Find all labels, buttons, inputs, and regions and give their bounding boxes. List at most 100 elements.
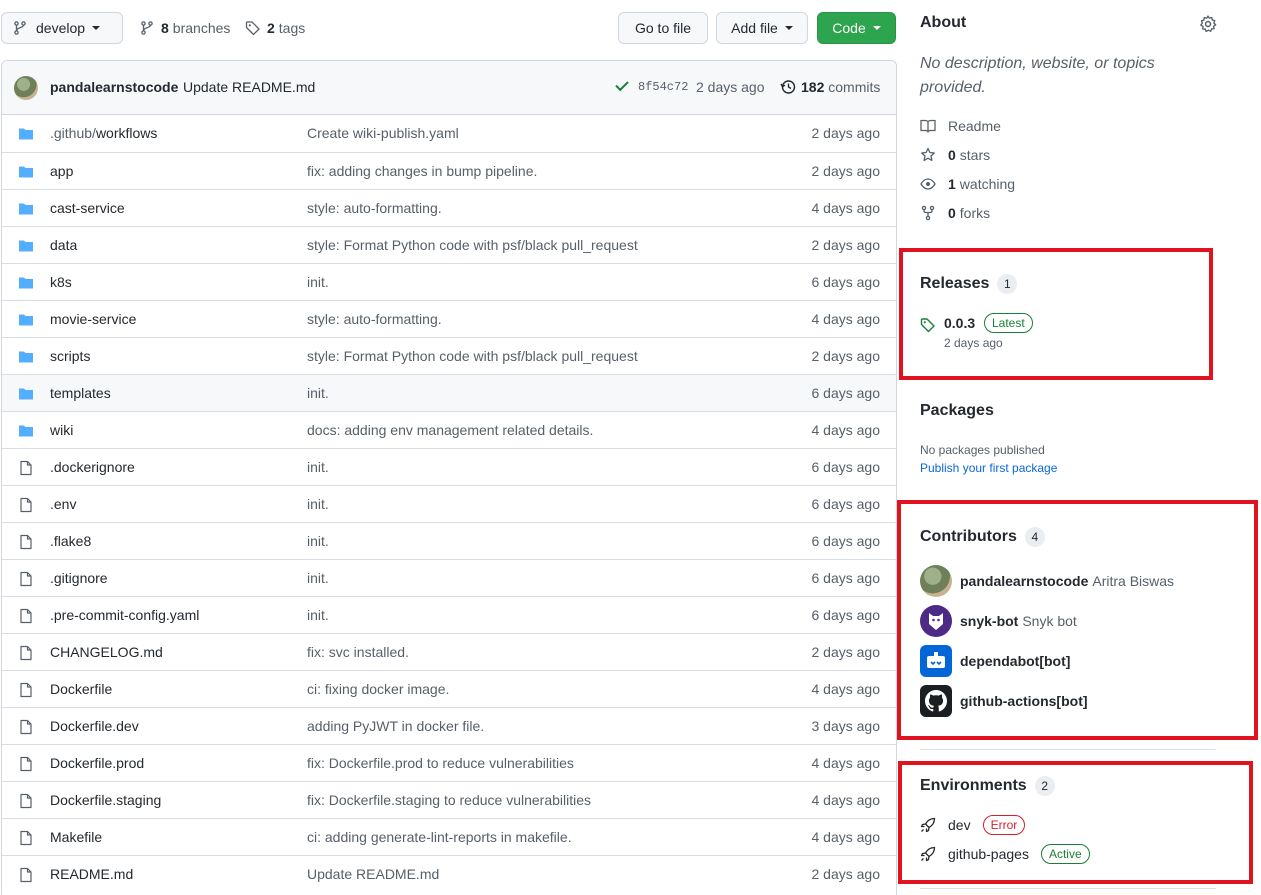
file-name-link[interactable]: scripts (50, 348, 90, 364)
folder-icon (19, 351, 33, 363)
file-name: k8s (50, 274, 72, 290)
about-heading: About (920, 14, 967, 31)
watching-label: watching (959, 176, 1016, 192)
table-row[interactable]: movie-service style: auto-formatting. 4 da… (2, 300, 896, 337)
table-row[interactable]: app fix: adding changes in bump pipeline.… (2, 152, 896, 189)
commit-message-link[interactable]: ci: adding generate-lint-reports in make… (307, 829, 572, 845)
table-row[interactable]: .github/workflows Create wiki-publish.yam… (2, 115, 896, 152)
branches-count: 8 (161, 20, 169, 36)
file-name-link[interactable]: Dockerfile.dev (50, 718, 139, 734)
code-label: Code (832, 20, 866, 36)
commit-message-link[interactable]: Update README.md (183, 79, 315, 95)
file-name-link[interactable]: data (50, 237, 77, 253)
file-name-link[interactable]: Dockerfile (50, 681, 112, 697)
file-list: .github/workflows Create wiki-publish.yam… (2, 115, 896, 892)
commit-message-link[interactable]: init. (307, 459, 329, 475)
commits-link[interactable]: 182 commits (801, 79, 880, 95)
commit-age: 2 days ago (811, 866, 881, 882)
commit-message-link[interactable]: style: auto-formatting. (307, 200, 442, 216)
table-row[interactable]: templates init. 6 days ago (2, 374, 896, 411)
table-row[interactable]: data style: Format Python code with psf/b… (2, 226, 896, 263)
commit-message-link[interactable]: fix: Dockerfile.staging to reduce vulner… (307, 792, 591, 808)
packages-heading[interactable]: Packages (920, 402, 994, 420)
file-name-link[interactable]: wiki (50, 422, 73, 438)
commit-age: 4 days ago (811, 200, 881, 216)
folder-icon (19, 314, 33, 326)
file-name-link[interactable]: cast-service (50, 200, 125, 216)
file-name: .pre-commit-config.yaml (50, 607, 200, 623)
file-name-link[interactable]: k8s (50, 274, 72, 290)
table-row[interactable]: wiki docs: adding env management related … (2, 411, 896, 448)
watching-link[interactable]: 1 watching (920, 174, 1015, 194)
file-name-link[interactable]: .gitignore (50, 570, 108, 586)
commit-message-link[interactable]: fix: adding changes in bump pipeline. (307, 163, 537, 179)
stars-link[interactable]: 0 stars (920, 145, 990, 165)
commit-message-link[interactable]: fix: svc installed. (307, 644, 409, 660)
forks-link[interactable]: 0 forks (920, 203, 990, 223)
file-name-link[interactable]: movie-service (50, 311, 136, 327)
table-row[interactable]: README.md Update README.md 2 days ago (2, 855, 896, 892)
commit-message-link[interactable]: init. (307, 533, 329, 549)
commit-message-link[interactable]: fix: Dockerfile.prod to reduce vulnerabi… (307, 755, 574, 771)
commit-message-link[interactable]: Update README.md (307, 866, 439, 882)
table-row[interactable]: .env init. 6 days ago (2, 485, 896, 522)
avatar[interactable] (14, 76, 38, 100)
stars-label: stars (959, 147, 991, 163)
file-name-link[interactable]: app (50, 163, 73, 179)
table-row[interactable]: Dockerfile.staging fix: Dockerfile.stagin… (2, 781, 896, 818)
table-row[interactable]: Dockerfile ci: fixing docker image. 4 days… (2, 670, 896, 707)
commit-message-link[interactable]: adding PyJWT in docker file. (307, 718, 484, 734)
commit-message-link[interactable]: init. (307, 274, 329, 290)
file-name-link[interactable]: .pre-commit-config.yaml (50, 607, 199, 623)
commit-message-link[interactable]: init. (307, 570, 329, 586)
file-name-link[interactable]: README.md (50, 866, 133, 882)
file-name-link[interactable]: .dockerignore (50, 459, 135, 475)
commit-message-link[interactable]: init. (307, 607, 329, 623)
commit-message-link[interactable]: style: auto-formatting. (307, 311, 442, 327)
gear-icon[interactable] (1199, 15, 1217, 33)
commit-message-link[interactable]: Create wiki-publish.yaml (307, 125, 459, 141)
table-row[interactable]: CHANGELOG.md fix: svc installed. 2 days ag… (2, 633, 896, 670)
file-name-link[interactable]: Dockerfile.staging (50, 792, 161, 808)
table-row[interactable]: Dockerfile.dev adding PyJWT in docker fil… (2, 707, 896, 744)
file-name-link[interactable]: .flake8 (50, 533, 91, 549)
commit-message-link[interactable]: init. (307, 496, 329, 512)
file-name-link[interactable]: Makefile (50, 829, 102, 845)
check-icon[interactable] (615, 77, 629, 92)
file-icon (20, 867, 32, 883)
table-row[interactable]: Dockerfile.prod fix: Dockerfile.prod to r… (2, 744, 896, 781)
table-row[interactable]: .dockerignore init. 6 days ago (2, 448, 896, 485)
repo-toolbar: develop 8 branches 2 tags Go to file Add… (1, 12, 897, 44)
table-row[interactable]: Makefile ci: adding generate-lint-reports… (2, 818, 896, 855)
commit-author-link[interactable]: pandalearnstocode (50, 79, 178, 95)
file-name: .gitignore (50, 570, 108, 586)
readme-link[interactable]: Readme (920, 116, 1001, 136)
table-row[interactable]: .gitignore init. 6 days ago (2, 559, 896, 596)
table-row[interactable]: scripts style: Format Python code with ps… (2, 337, 896, 374)
code-button[interactable]: Code (817, 12, 896, 44)
commit-message-link[interactable]: docs: adding env management related deta… (307, 422, 593, 438)
commit-sha-link[interactable]: 8f54c72 (638, 80, 688, 94)
commit-message-link[interactable]: style: Format Python code with psf/black… (307, 237, 638, 253)
file-name-link[interactable]: .github/workflows (50, 125, 157, 141)
commit-message-link[interactable]: init. (307, 385, 329, 401)
branch-select-button[interactable]: develop (1, 12, 123, 44)
branches-link[interactable]: 8 branches (139, 12, 230, 44)
publish-package-link[interactable]: Publish your first package (920, 461, 1057, 475)
file-name-link[interactable]: .env (50, 496, 76, 512)
table-row[interactable]: .flake8 init. 6 days ago (2, 522, 896, 559)
file-name-link[interactable]: templates (50, 385, 111, 401)
file-name-link[interactable]: CHANGELOG.md (50, 644, 163, 660)
file-name: app (50, 163, 74, 179)
add-file-button[interactable]: Add file (716, 12, 808, 44)
commit-message-link[interactable]: style: Format Python code with psf/black… (307, 348, 638, 364)
table-row[interactable]: cast-service style: auto-formatting. 4 day… (2, 189, 896, 226)
file-name-link[interactable]: Dockerfile.prod (50, 755, 144, 771)
go-to-file-button[interactable]: Go to file (618, 12, 708, 44)
table-row[interactable]: .pre-commit-config.yaml init. 6 days ago (2, 596, 896, 633)
commit-message-link[interactable]: ci: fixing docker image. (307, 681, 449, 697)
tags-label: tags (278, 20, 306, 36)
commits-count: 182 (801, 79, 825, 95)
table-row[interactable]: k8s init. 6 days ago (2, 263, 896, 300)
tags-link[interactable]: 2 tags (245, 12, 305, 44)
